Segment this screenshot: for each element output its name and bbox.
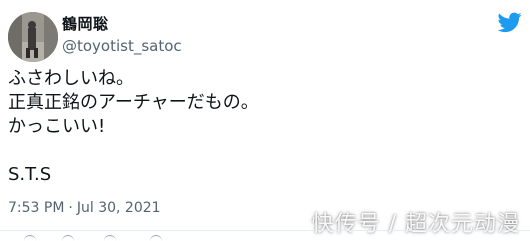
- reply-icon[interactable]: [24, 235, 36, 241]
- tweet-line: かっこいい!: [8, 116, 106, 137]
- tweet-line: ふさわしいね。: [8, 68, 134, 89]
- action-bar: [0, 233, 530, 241]
- avatar[interactable]: [8, 12, 58, 62]
- twitter-bird-icon[interactable]: [498, 10, 522, 34]
- display-name[interactable]: 鶴岡聡: [62, 14, 182, 34]
- tweet-card: 鶴岡聡 @toyotist_satoc ふさわしいね。 正真正銘のアーチャーだも…: [0, 0, 530, 241]
- user-handle[interactable]: @toyotist_satoc: [62, 36, 182, 56]
- divider: [0, 230, 530, 231]
- avatar-photo: [8, 12, 58, 62]
- meta-separator: ·: [68, 200, 73, 216]
- user-info: 鶴岡聡 @toyotist_satoc: [62, 14, 182, 56]
- tweet-line: 正真正銘のアーチャーだもの。: [8, 92, 259, 113]
- like-icon[interactable]: [104, 235, 116, 241]
- tweet-timestamp[interactable]: 7:53 PM · Jul 30, 2021: [8, 198, 161, 218]
- tweet-text: ふさわしいね。 正真正銘のアーチャーだもの。 かっこいい! S.T.S: [8, 67, 508, 187]
- tweet-time: 7:53 PM: [8, 200, 65, 216]
- tweet-date: Jul 30, 2021: [76, 200, 161, 216]
- tweet-line: S.T.S: [8, 164, 52, 185]
- retweet-icon[interactable]: [62, 235, 74, 241]
- share-icon[interactable]: [150, 235, 162, 241]
